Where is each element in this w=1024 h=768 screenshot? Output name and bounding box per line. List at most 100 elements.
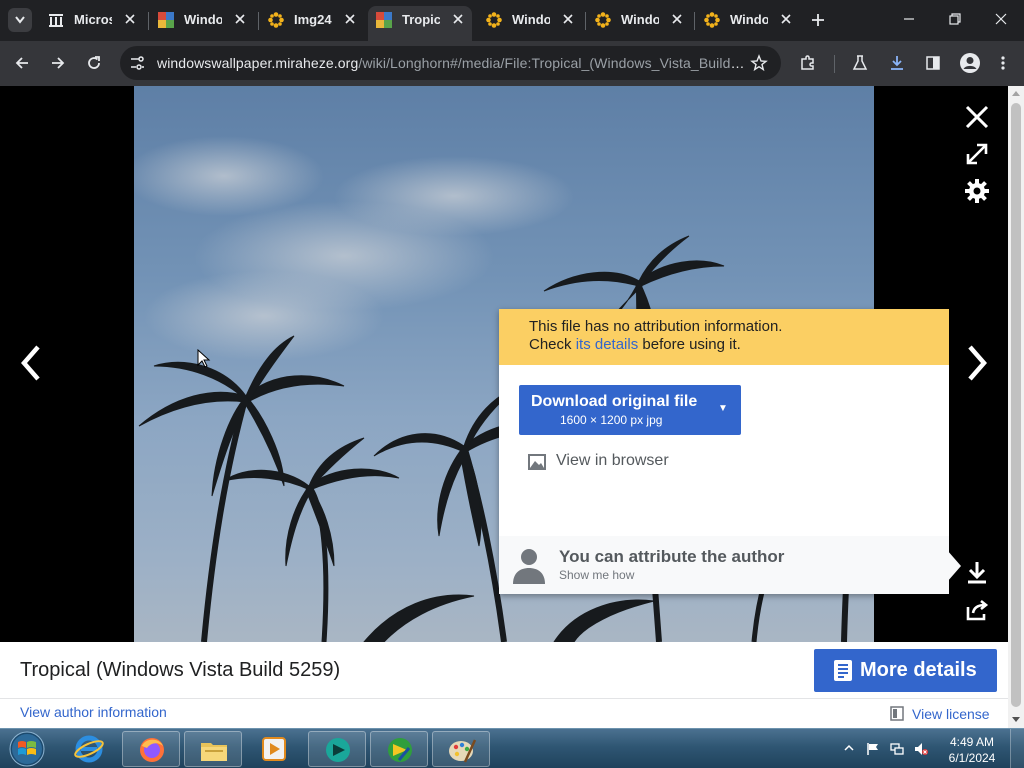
paint-icon [449, 739, 477, 763]
url-path: /wiki/Longhorn#/media/File:Tropical_(Win… [358, 55, 747, 71]
dropdown-caret-icon[interactable]: ▼ [718, 403, 728, 414]
show-me-how-link[interactable]: Show me how [559, 568, 634, 582]
attribution-warning: This file has no attribution information… [499, 309, 949, 365]
fullscreen-icon[interactable] [964, 141, 990, 167]
attribute-author-section[interactable]: You can attribute the author Show me how [499, 536, 949, 594]
tab-label: Windows [621, 12, 659, 27]
mouse-cursor-icon [197, 349, 211, 368]
browser-toolbar: windowswallpaper.miraheze.org/wiki/Longh… [0, 41, 1024, 86]
windows-taskbar: 4:49 AM 6/1/2024 [0, 728, 1024, 768]
view-in-browser-label: View in browser [556, 452, 669, 469]
back-icon[interactable] [13, 54, 31, 72]
media-player-icon [262, 737, 286, 761]
scroll-up-icon[interactable] [1012, 90, 1020, 98]
download-size: 1600 × 1200 px jpg [560, 413, 663, 427]
warning-rest: before using it. [638, 336, 741, 353]
extensions-icon[interactable] [799, 54, 817, 72]
tab-windows-4[interactable]: Windows [696, 8, 802, 33]
side-panel-icon[interactable] [924, 54, 942, 72]
taskbar-app-teal[interactable] [308, 731, 366, 767]
tab-windows-2[interactable]: Windows [478, 8, 584, 33]
warning-check: Check [529, 336, 576, 353]
download-arrow-icon[interactable] [964, 559, 990, 585]
forward-icon[interactable] [49, 54, 67, 72]
close-icon[interactable] [233, 12, 247, 26]
volume-muted-icon[interactable] [914, 742, 928, 756]
more-menu-icon[interactable] [994, 54, 1012, 72]
site-settings-icon[interactable] [129, 55, 145, 71]
tab-windows[interactable]: Windows [150, 8, 256, 33]
close-icon[interactable] [561, 12, 575, 26]
download-original-button[interactable]: Download original file 1600 × 1200 px jp… [519, 385, 741, 435]
document-icon [834, 660, 852, 681]
green-app-icon [388, 738, 412, 762]
tab-label: Img24 [294, 12, 332, 27]
more-details-label: More details [860, 659, 977, 681]
file-title: Tropical (Windows Vista Build 5259) [20, 659, 341, 681]
its-details-link[interactable]: its details [576, 336, 639, 353]
attribute-title: You can attribute the author [559, 547, 785, 566]
taskbar-internet-explorer[interactable] [60, 731, 118, 767]
bookmark-star-icon[interactable] [750, 54, 768, 72]
profile-avatar-icon[interactable] [959, 52, 981, 74]
scroll-thumb[interactable] [1011, 103, 1021, 707]
tab-label: Windows [512, 12, 550, 27]
action-center-flag-icon[interactable] [866, 742, 880, 756]
next-image-icon[interactable] [962, 343, 992, 383]
download-dialog: This file has no attribution information… [499, 309, 961, 594]
taskbar-firefox[interactable] [122, 731, 180, 767]
taskbar-file-explorer[interactable] [184, 731, 242, 767]
clock-date: 6/1/2024 [948, 751, 996, 765]
close-viewer-icon[interactable] [964, 104, 990, 130]
firefox-icon [140, 738, 164, 762]
view-author-link[interactable]: View author information [20, 704, 167, 720]
close-icon[interactable] [451, 12, 465, 26]
scroll-down-icon[interactable] [1012, 715, 1020, 723]
warning-line1: This file has no attribution information… [529, 318, 783, 335]
start-orb-icon[interactable] [6, 730, 48, 768]
tab-label: Microsoft [74, 12, 112, 27]
tray-expand-icon[interactable] [844, 743, 854, 753]
url-text[interactable]: windowswallpaper.miraheze.org/wiki/Longh… [157, 55, 747, 71]
network-icon[interactable] [890, 742, 904, 756]
restore-icon[interactable] [948, 12, 962, 26]
reload-icon[interactable] [85, 54, 103, 72]
url-host: windowswallpaper.miraheze.org [157, 55, 359, 71]
view-license-label: View license [912, 706, 990, 722]
miraheze-icon [268, 12, 284, 28]
previous-image-icon[interactable] [16, 343, 46, 383]
system-clock[interactable]: 4:49 AM 6/1/2024 [942, 734, 1002, 766]
tab-tropical[interactable]: Tropical [368, 6, 472, 41]
tab-search-button[interactable] [8, 8, 32, 32]
tab-separator [694, 12, 695, 30]
person-icon [513, 549, 545, 584]
taskbar-media-player[interactable] [245, 731, 303, 767]
tab-windows-3[interactable]: Windows [587, 8, 693, 33]
media-viewer: This file has no attribution information… [0, 86, 1008, 642]
download-icon[interactable] [888, 54, 906, 72]
settings-gear-icon[interactable] [964, 178, 990, 204]
clock-time: 4:49 AM [949, 735, 995, 749]
close-icon[interactable] [670, 12, 684, 26]
teal-app-icon [326, 738, 350, 762]
miraheze-icon [486, 12, 502, 28]
warning-line2: Check its details before using it. [529, 336, 919, 354]
address-bar[interactable]: windowswallpaper.miraheze.org/wiki/Longh… [120, 46, 781, 80]
labs-flask-icon[interactable] [851, 54, 869, 72]
show-desktop-button[interactable] [1010, 729, 1024, 768]
more-details-button[interactable]: More details [814, 649, 997, 692]
minimize-icon[interactable] [902, 12, 916, 26]
close-icon[interactable] [779, 12, 793, 26]
page-scrollbar[interactable] [1008, 86, 1024, 728]
taskbar-paint[interactable] [432, 731, 490, 767]
close-icon[interactable] [123, 12, 137, 26]
close-icon[interactable] [343, 12, 357, 26]
share-icon[interactable] [964, 597, 990, 623]
tab-microsoft[interactable]: Microsoft [40, 8, 146, 33]
tab-label: Tropical [402, 12, 440, 27]
taskbar-app-green[interactable] [370, 731, 428, 767]
new-tab-icon[interactable] [810, 12, 826, 28]
chevron-down-icon [15, 16, 25, 24]
window-close-icon[interactable] [994, 12, 1008, 26]
tab-img24[interactable]: Img24 [260, 8, 366, 33]
